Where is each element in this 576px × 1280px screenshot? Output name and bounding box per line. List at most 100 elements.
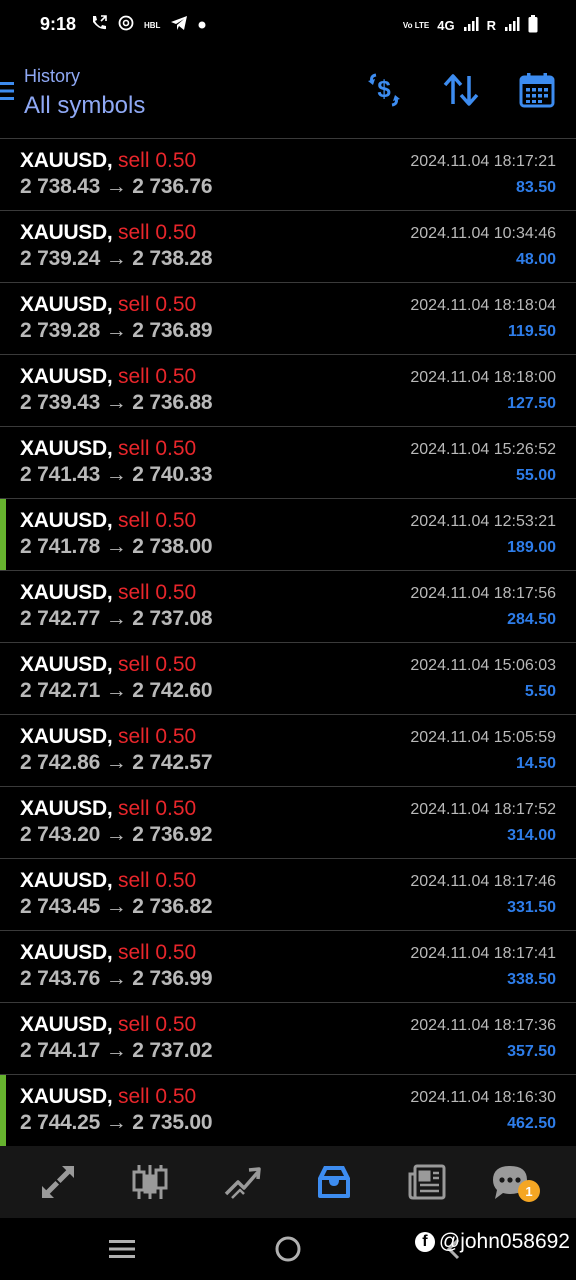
deal-profit: 55.00 [515, 467, 556, 484]
deal-symbol: XAUUSD, [20, 437, 113, 460]
home-icon[interactable] [272, 1232, 304, 1266]
deal-prices: 2 744.17 → 2 737.02 [20, 1039, 213, 1063]
deal-time: 2024.11.04 18:17:36 [410, 1017, 556, 1034]
deal-close-price: 2 736.92 [132, 823, 213, 846]
arrow-icon: → [105, 1111, 127, 1134]
deal-close-price: 2 737.02 [132, 1039, 213, 1062]
deal-symbol: XAUUSD, [20, 725, 113, 748]
deal-row[interactable]: XAUUSD, sell 0.50 2 742.77 → 2 737.08 2024.… [0, 571, 576, 643]
hbl-icon: HBL [144, 20, 161, 30]
deal-row[interactable]: XAUUSD, sell 0.50 2 741.43 → 2 740.33 2024.… [0, 427, 576, 499]
deal-close-price: 2 738.28 [132, 247, 213, 270]
deal-row[interactable]: XAUUSD, sell 0.50 2 743.45 → 2 736.82 2024.… [0, 859, 576, 931]
deal-row[interactable]: XAUUSD, sell 0.50 2 743.76 → 2 736.99 2024.… [0, 931, 576, 1003]
deal-side: sell 0.50 [118, 221, 197, 244]
status-time: 9:18 [40, 14, 77, 34]
deal-open-price: 2 739.28 [20, 319, 101, 342]
deal-prices: 2 742.77 → 2 737.08 [20, 607, 213, 631]
deal-symbol: XAUUSD, [20, 581, 113, 604]
history-icon[interactable] [310, 1160, 358, 1204]
deal-row[interactable]: XAUUSD, sell 0.50 2 741.78 → 2 738.00 2024.… [0, 499, 576, 571]
quotes-icon[interactable] [34, 1160, 82, 1204]
calendar-icon[interactable] [517, 70, 557, 110]
chart-icon[interactable] [126, 1160, 174, 1204]
deal-prices: 2 742.71 → 2 742.60 [20, 679, 213, 703]
deal-profit: 48.00 [515, 251, 556, 268]
deal-side: sell 0.50 [118, 149, 197, 172]
deal-time: 2024.11.04 15:06:03 [410, 657, 556, 674]
currency-exchange-icon[interactable]: $ [364, 70, 404, 110]
deal-row[interactable]: XAUUSD, sell 0.50 2 739.28 → 2 736.89 2024.… [0, 283, 576, 355]
deal-close-price: 2 736.88 [132, 391, 213, 414]
deal-prices: 2 739.43 → 2 736.88 [20, 391, 213, 415]
news-icon[interactable] [403, 1160, 451, 1204]
roaming-indicator: R [486, 17, 496, 33]
deal-row[interactable]: XAUUSD, sell 0.50 2 739.43 → 2 736.88 2024.… [0, 355, 576, 427]
deal-side: sell 0.50 [118, 797, 197, 820]
deal-row[interactable]: XAUUSD, sell 0.50 2 742.71 → 2 742.60 2024.… [0, 643, 576, 715]
deal-row[interactable]: XAUUSD, sell 0.50 2 744.25 → 2 735.00 2024.… [0, 1075, 576, 1147]
deal-time: 2024.11.04 18:18:04 [410, 297, 556, 314]
deal-close-price: 2 742.57 [132, 751, 213, 774]
menu-icon[interactable] [0, 80, 14, 102]
deal-prices: 2 741.78 → 2 738.00 [20, 535, 213, 559]
header-title[interactable]: All symbols [24, 92, 145, 120]
recent-apps-icon[interactable] [106, 1232, 138, 1266]
signal-icon-2 [504, 16, 520, 35]
arrow-icon: → [105, 751, 127, 774]
deal-symbol: XAUUSD, [20, 293, 113, 316]
arrow-icon: → [105, 391, 127, 414]
deal-symbol: XAUUSD, [20, 149, 113, 172]
deal-close-price: 2 738.00 [132, 535, 213, 558]
signal-icon [463, 16, 479, 35]
deal-prices: 2 738.43 → 2 736.76 [20, 175, 213, 199]
deal-prices: 2 744.25 → 2 735.00 [20, 1111, 213, 1135]
deal-profit: 83.50 [515, 179, 556, 196]
deal-row[interactable]: XAUUSD, sell 0.50 2 744.17 → 2 737.02 2024.… [0, 1003, 576, 1075]
header: History All symbols $ [0, 52, 576, 138]
watermark: f @john058692 [414, 1230, 570, 1254]
deal-time: 2024.11.04 15:26:52 [410, 441, 556, 458]
deal-profit: 127.50 [507, 395, 556, 412]
arrow-icon: → [105, 1039, 127, 1062]
deal-time: 2024.11.04 10:34:46 [410, 225, 556, 242]
chat-icon[interactable]: 1 [486, 1160, 540, 1204]
call-forward-icon [90, 14, 108, 37]
status-left-icons: HBL [90, 14, 206, 36]
deal-close-price: 2 740.33 [132, 463, 213, 486]
arrow-icon: → [105, 895, 127, 918]
deal-side: sell 0.50 [118, 653, 197, 676]
chat-badge: 1 [518, 1180, 540, 1202]
deal-profit: 462.50 [507, 1115, 556, 1132]
deal-open-price: 2 743.76 [20, 967, 101, 990]
sort-icon[interactable] [441, 70, 481, 110]
deal-row[interactable]: XAUUSD, sell 0.50 2 739.24 → 2 738.28 2024.… [0, 211, 576, 283]
deal-open-price: 2 744.17 [20, 1039, 101, 1062]
deal-open-price: 2 738.43 [20, 175, 101, 198]
deal-symbol: XAUUSD, [20, 509, 113, 532]
deal-prices: 2 743.45 → 2 736.82 [20, 895, 213, 919]
deal-profit: 357.50 [507, 1043, 556, 1060]
arrow-icon: → [105, 535, 127, 558]
deal-list[interactable]: XAUUSD, sell 0.50 2 738.43 → 2 736.76 2024.… [0, 139, 576, 1147]
deal-time: 2024.11.04 12:53:21 [410, 513, 556, 530]
deal-close-price: 2 735.00 [132, 1111, 213, 1134]
deal-time: 2024.11.04 18:17:41 [410, 945, 556, 962]
deal-symbol: XAUUSD, [20, 221, 113, 244]
deal-prices: 2 743.20 → 2 736.92 [20, 823, 213, 847]
deal-open-price: 2 742.71 [20, 679, 101, 702]
deal-symbol: XAUUSD, [20, 1085, 113, 1108]
deal-row[interactable]: XAUUSD, sell 0.50 2 738.43 → 2 736.76 2024.… [0, 139, 576, 211]
deal-prices: 2 743.76 → 2 736.99 [20, 967, 213, 991]
deal-prices: 2 739.28 → 2 736.89 [20, 319, 213, 343]
threads-icon [118, 14, 134, 37]
trade-icon[interactable] [218, 1160, 266, 1204]
header-subtitle[interactable]: History [24, 66, 80, 87]
deal-time: 2024.11.04 18:16:30 [410, 1089, 556, 1106]
deal-open-price: 2 741.78 [20, 535, 101, 558]
deal-row[interactable]: XAUUSD, sell 0.50 2 743.20 → 2 736.92 2024.… [0, 787, 576, 859]
network-type: 4G [437, 17, 455, 33]
arrow-icon: → [105, 175, 127, 198]
deal-row[interactable]: XAUUSD, sell 0.50 2 742.86 → 2 742.57 2024.… [0, 715, 576, 787]
deal-profit: 5.50 [524, 683, 556, 700]
